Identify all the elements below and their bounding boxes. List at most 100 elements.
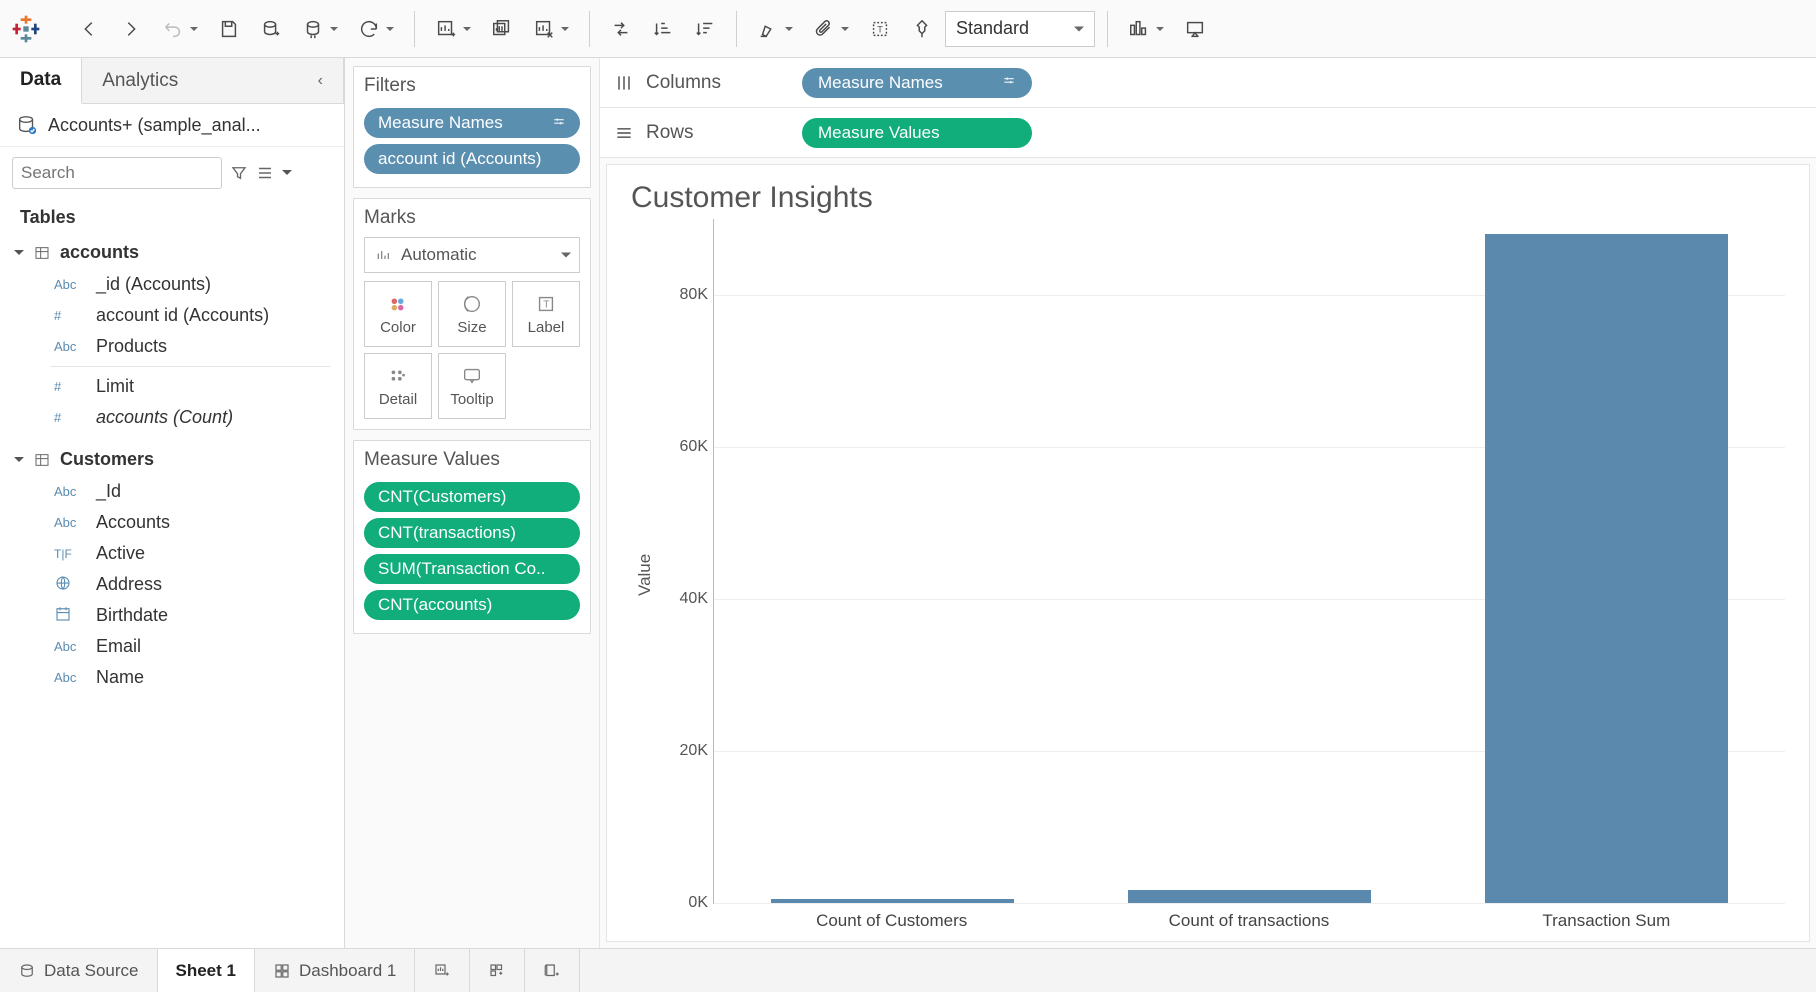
x-category-label: Count of Customers [713,904,1070,931]
datasource-row[interactable]: Accounts+ (sample_anal... [0,104,344,147]
x-category-label: Count of transactions [1070,904,1427,931]
globe-icon [54,574,72,592]
new-datasource-button[interactable] [252,10,290,48]
collapse-sidebar-icon[interactable]: ‹ [318,72,323,90]
tableau-logo-icon [10,13,42,45]
new-dashboard-icon [488,962,506,980]
save-button[interactable] [210,10,248,48]
measure-values-title: Measure Values [364,449,580,471]
columns-icon [614,73,634,93]
pin-button[interactable] [903,10,941,48]
field-accounts-count[interactable]: #accounts (Count) [0,402,344,433]
marks-card: Marks Automatic Color Size T Label [353,198,591,430]
highlight-button[interactable] [749,10,787,48]
attach-button[interactable] [805,10,843,48]
chart-bar[interactable] [771,899,1014,903]
y-tick-label: 60K [662,438,708,456]
table-customers[interactable]: Customers [0,443,344,476]
mark-label-button[interactable]: T Label [512,281,580,347]
new-worksheet-icon [433,962,451,980]
bar-icon [375,247,391,263]
field-limit[interactable]: #Limit [0,371,344,402]
field-email[interactable]: AbcEmail [0,631,344,662]
mark-size-button[interactable]: Size [438,281,506,347]
tables-heading: Tables [0,199,344,232]
swap-button[interactable] [602,10,640,48]
chart-plot[interactable]: 0K20K40K60K80K [713,219,1785,904]
columns-shelf[interactable]: Columns Measure Names [600,58,1816,108]
field-customers-id[interactable]: Abc_Id [0,476,344,507]
tab-data[interactable]: Data [0,58,82,104]
datasource-tab-icon [18,962,36,980]
tab-datasource[interactable]: Data Source [0,949,158,992]
new-dashboard-tab[interactable] [470,949,525,992]
labels-button[interactable]: T [861,10,899,48]
calendar-icon [54,605,72,623]
mv-pill-sum-transaction[interactable]: SUM(Transaction Co.. [364,554,580,584]
x-axis: Count of CustomersCount of transactionsT… [713,904,1785,931]
mv-pill-cnt-accounts[interactable]: CNT(accounts) [364,590,580,620]
undo-redo-button[interactable] [154,10,192,48]
database-icon [16,114,38,136]
mark-detail-button[interactable]: Detail [364,353,432,419]
pause-updates-button[interactable] [294,10,332,48]
field-account-id[interactable]: #account id (Accounts) [0,300,344,331]
label-icon: T [535,293,557,315]
filter-pill-measure-names[interactable]: Measure Names [364,108,580,138]
color-icon [387,293,409,315]
pill-settings-icon [552,115,566,132]
filters-card: Filters Measure Names account id (Accoun… [353,66,591,188]
view-list-icon[interactable] [256,164,274,182]
field-customers-accounts[interactable]: AbcAccounts [0,507,344,538]
mv-pill-cnt-transactions[interactable]: CNT(transactions) [364,518,580,548]
sort-asc-button[interactable] [644,10,682,48]
fit-dropdown[interactable]: Standard [945,11,1095,47]
presentation-button[interactable] [1176,10,1214,48]
mark-tooltip-button[interactable]: Tooltip [438,353,506,419]
clear-sheet-button[interactable] [525,10,563,48]
duplicate-sheet-button[interactable] [483,10,521,48]
toolbar: T Standard [0,0,1816,58]
refresh-button[interactable] [350,10,388,48]
rows-label: Rows [646,122,694,144]
rows-pill-measure-values[interactable]: Measure Values [802,118,1032,148]
viz-title[interactable]: Customer Insights [631,181,1785,215]
filter-icon[interactable] [230,164,248,182]
field-name[interactable]: AbcName [0,662,344,693]
tab-analytics[interactable]: Analytics ‹ [82,58,344,103]
y-tick-label: 80K [662,286,708,304]
rows-icon [614,123,634,143]
view-options-caret-icon[interactable] [282,170,292,180]
search-input[interactable] [12,157,222,189]
filter-pill-account-id[interactable]: account id (Accounts) [364,144,580,174]
field-active[interactable]: T|FActive [0,538,344,569]
new-story-tab[interactable] [525,949,580,992]
sort-desc-button[interactable] [686,10,724,48]
chart-bar[interactable] [1128,890,1371,903]
tab-sheet-1[interactable]: Sheet 1 [158,949,255,992]
new-worksheet-tab[interactable] [415,949,470,992]
rows-shelf[interactable]: Rows Measure Values [600,108,1816,158]
measure-values-card: Measure Values CNT(Customers) CNT(transa… [353,440,591,634]
back-button[interactable] [70,10,108,48]
tab-dashboard-1[interactable]: Dashboard 1 [255,949,415,992]
field-birthdate[interactable]: Birthdate [0,600,344,631]
chart-bar[interactable] [1485,234,1728,903]
show-me-button[interactable] [1120,10,1158,48]
table-icon [34,245,50,261]
mv-pill-cnt-customers[interactable]: CNT(Customers) [364,482,580,512]
viz-canvas: Customer Insights Value 0K20K40K60K80K C… [606,164,1810,942]
pill-settings-icon [1002,74,1016,91]
tooltip-icon [461,365,483,387]
mark-type-dropdown[interactable]: Automatic [364,237,580,273]
field-id-accounts[interactable]: Abc_id (Accounts) [0,269,344,300]
new-worksheet-button[interactable] [427,10,465,48]
mark-color-button[interactable]: Color [364,281,432,347]
table-accounts[interactable]: accounts [0,236,344,269]
columns-pill-measure-names[interactable]: Measure Names [802,68,1032,98]
marks-title: Marks [364,207,580,229]
table-icon [34,452,50,468]
field-address[interactable]: Address [0,569,344,600]
forward-button[interactable] [112,10,150,48]
field-products[interactable]: AbcProducts [0,331,344,362]
